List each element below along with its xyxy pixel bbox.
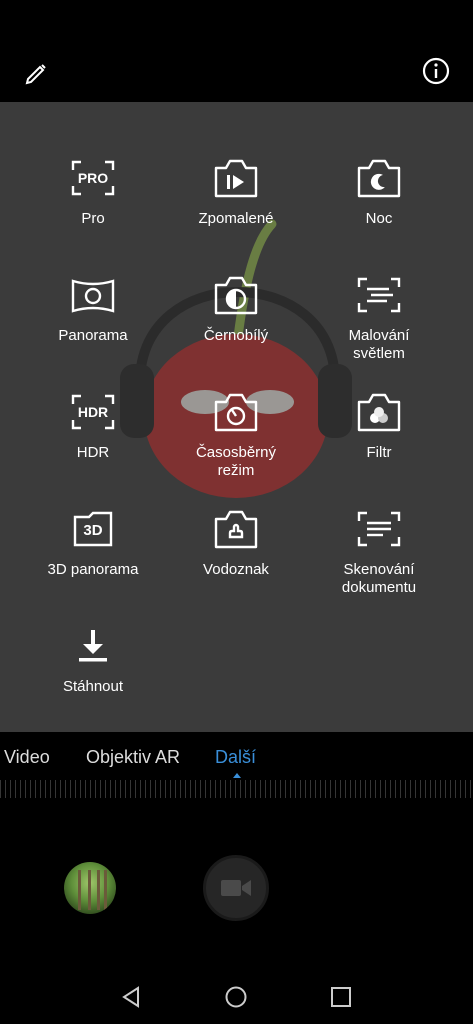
top-bar — [0, 0, 473, 102]
mode-document-scan[interactable]: Skenování dokumentu — [309, 507, 449, 597]
pro-icon: PRO — [71, 160, 115, 196]
watermark-icon — [214, 510, 258, 549]
tab-video[interactable]: Video — [4, 747, 50, 768]
mode-grid: PRO Pro Zpomalené Noc Panorama Černobílý Malov… — [0, 102, 473, 732]
mode-label: Filtr — [366, 444, 392, 461]
video-camera-icon — [221, 880, 251, 896]
mode-slow-motion[interactable]: Zpomalené — [166, 156, 306, 228]
mode-hdr[interactable]: HDR HDR — [23, 390, 163, 462]
panorama-icon — [71, 279, 115, 313]
info-icon[interactable] — [421, 56, 451, 86]
mode-label: 3D panorama — [47, 561, 139, 578]
active-tab-indicator — [233, 773, 241, 778]
timelapse-icon — [214, 393, 258, 432]
mode-pro[interactable]: PRO Pro — [23, 156, 163, 228]
gallery-thumbnail[interactable] — [64, 862, 116, 914]
mode-timelapse[interactable]: Časosběrný režim — [166, 390, 306, 480]
hdr-icon: HDR — [71, 394, 115, 430]
tab-dalsi[interactable]: Další — [215, 747, 256, 768]
zoom-ruler[interactable] — [0, 780, 473, 798]
document-scan-icon — [357, 511, 401, 547]
mode-label: Vodoznak — [203, 561, 269, 578]
bottom-controls — [0, 800, 473, 970]
mode-filter[interactable]: Filtr — [309, 390, 449, 462]
night-icon — [357, 159, 401, 198]
mode-monochrome[interactable]: Černobílý — [166, 273, 306, 345]
mode-light-painting[interactable]: Malování světlem — [309, 273, 449, 363]
light-painting-icon — [357, 277, 401, 313]
mode-label: Malování světlem — [348, 327, 410, 362]
mode-label: Černobílý — [203, 327, 269, 344]
home-circle-icon[interactable] — [223, 984, 249, 1010]
mode-night[interactable]: Noc — [309, 156, 449, 228]
3d-panorama-icon: 3D — [73, 511, 113, 547]
back-triangle-icon[interactable] — [118, 984, 144, 1010]
mode-label: Skenování dokumentu — [341, 561, 417, 596]
mode-label: Zpomalené — [198, 210, 274, 227]
filter-icon — [357, 393, 401, 432]
mode-panorama[interactable]: Panorama — [23, 273, 163, 345]
slow-motion-icon — [214, 159, 258, 198]
edit-pencil-icon[interactable] — [22, 58, 50, 86]
svg-text:3D: 3D — [83, 522, 102, 539]
mode-label: Časosběrný režim — [195, 444, 277, 479]
mode-download[interactable]: Stáhnout — [23, 624, 163, 696]
mode-label: Panorama — [58, 327, 128, 344]
tab-objektiv-ar[interactable]: Objektiv AR — [86, 747, 180, 768]
svg-text:HDR: HDR — [78, 404, 108, 420]
svg-text:PRO: PRO — [78, 170, 108, 186]
mode-watermark[interactable]: Vodoznak — [166, 507, 306, 579]
monochrome-icon — [214, 276, 258, 315]
recents-square-icon[interactable] — [328, 984, 354, 1010]
mode-label: Stáhnout — [62, 678, 124, 695]
download-icon — [79, 630, 107, 662]
mode-3d-panorama[interactable]: 3D 3D panorama — [23, 507, 163, 579]
mode-label: Noc — [365, 210, 393, 227]
mode-label: Pro — [81, 210, 105, 227]
record-button[interactable] — [203, 855, 269, 921]
modes-panel: PRO Pro Zpomalené Noc Panorama Černobílý Malov… — [0, 102, 473, 732]
mode-tabs: Video Objektiv AR Další — [0, 732, 473, 784]
mode-label: HDR — [76, 444, 110, 461]
system-nav-bar — [0, 970, 473, 1024]
